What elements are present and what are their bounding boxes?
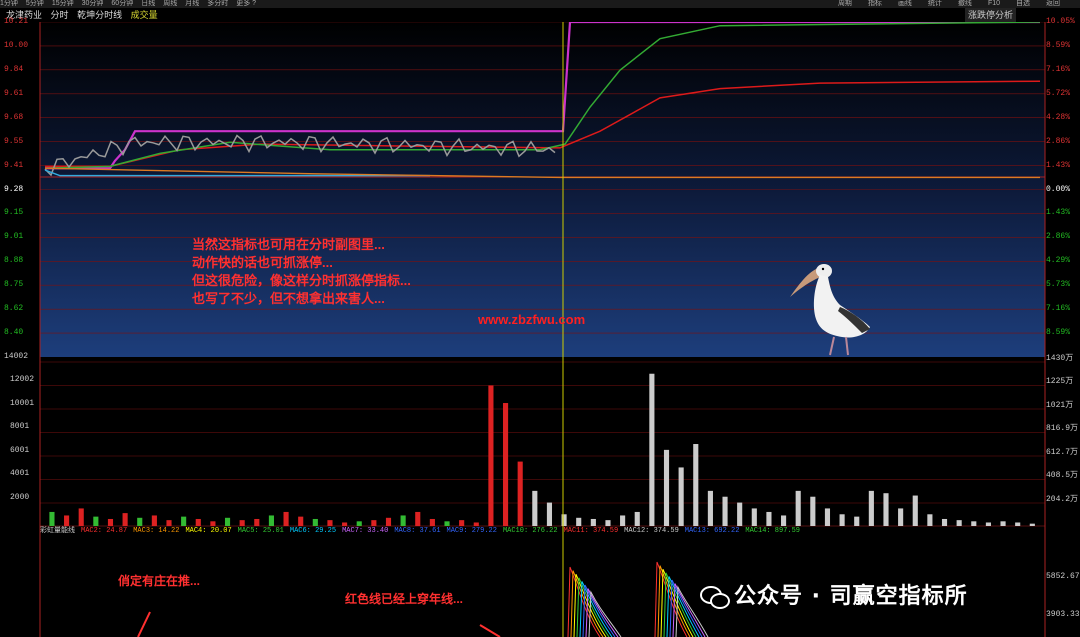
percent-tick-label: 7.16%	[1046, 304, 1071, 314]
price-tick-label: 9.01	[4, 232, 24, 242]
percent-tick-label: 7.16%	[1046, 64, 1071, 74]
percent-tick-label: 5.72%	[1046, 88, 1071, 98]
volume-tick-label: 10001	[10, 398, 35, 408]
percent-tick-label: 2.86%	[1046, 136, 1071, 146]
price-tick-label: 8.40	[4, 328, 24, 338]
percent-tick-label: 4.28%	[1046, 112, 1071, 122]
volume-amount-label: 1021万	[1046, 400, 1074, 410]
percent-tick-label: 0.00%	[1046, 184, 1071, 194]
volume-tick-label: 8001	[10, 422, 30, 431]
percent-tick-label: 1.43%	[1046, 160, 1071, 170]
volume-tick-label: 6001	[10, 445, 30, 455]
price-tick-label: 8.88	[4, 256, 24, 266]
price-tick-label: 9.28	[4, 184, 24, 194]
percent-tick-label: 8.59%	[1046, 328, 1071, 338]
percent-tick-label: 4.29%	[1046, 256, 1071, 266]
percent-tick-label: 5.73%	[1046, 280, 1071, 290]
percent-tick-label: 8.59%	[1046, 40, 1071, 50]
percent-tick-label: 1430万	[1046, 354, 1074, 363]
percent-tick-label: 10.05%	[1046, 17, 1075, 26]
annotation-arrows	[137, 611, 501, 637]
percent-tick-label: 1.43%	[1046, 208, 1071, 218]
volume-tick-label: 4001	[10, 469, 30, 478]
price-tick-label: 8.62	[4, 304, 24, 314]
price-tick-label: 9.15	[4, 208, 24, 218]
price-tick-label: 9.68	[4, 112, 24, 122]
volume-amount-label: 816.9万	[1046, 424, 1079, 433]
price-tick-label: 9.41	[4, 160, 24, 170]
price-tick-label: 14002	[4, 352, 29, 361]
price-tick-label: 9.61	[4, 88, 24, 98]
volume-tick-label: 12002	[10, 375, 35, 384]
price-tick-label: 10.00	[4, 40, 29, 50]
percent-tick-label: 2.86%	[1046, 232, 1071, 242]
volume-amount-label: 204.2万	[1046, 494, 1079, 504]
volume-amount-label: 408.5万	[1046, 471, 1079, 480]
volume-amount-label: 612.7万	[1046, 447, 1079, 457]
price-tick-label: 10.21	[4, 17, 29, 26]
price-tick-label: 9.55	[4, 136, 24, 146]
volume-amount-label: 1225万	[1046, 377, 1074, 386]
volume-tick-label: 2000	[10, 492, 30, 502]
price-tick-label: 8.75	[4, 280, 24, 290]
price-tick-label: 9.84	[4, 64, 24, 74]
